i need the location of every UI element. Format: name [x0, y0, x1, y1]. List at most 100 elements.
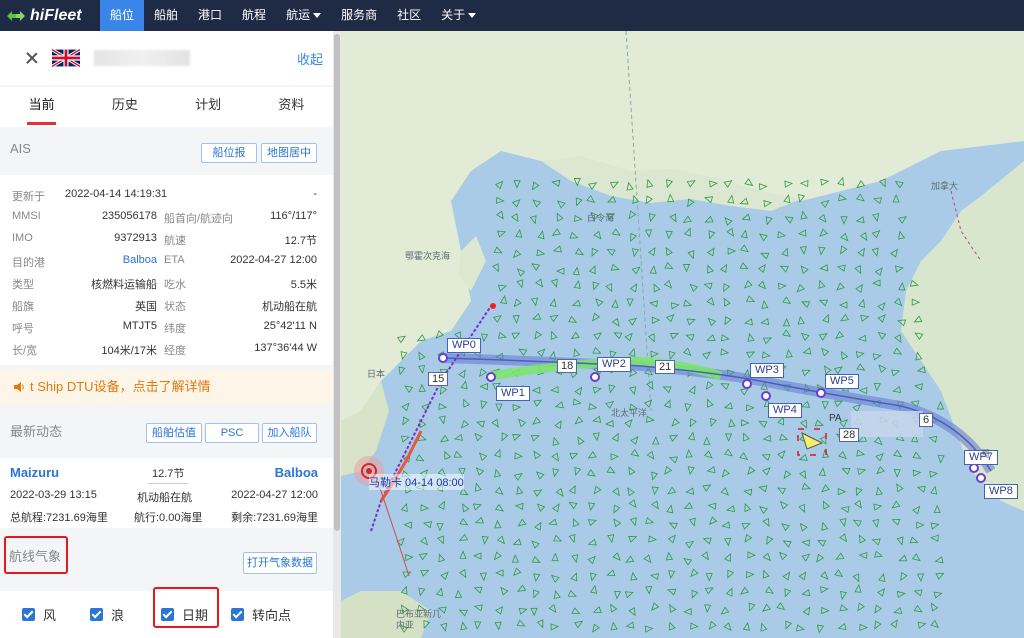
updated-right: - [313, 188, 317, 200]
uk-flag-icon [52, 49, 80, 67]
open-weather-button[interactable]: 打开气象数据 [243, 552, 317, 574]
map-center-button[interactable]: 地图居中 [261, 143, 317, 163]
ais-cell: 12.7节 [284, 235, 317, 247]
nav-item[interactable]: 航运 [276, 0, 331, 31]
ais-cell: 船旗 [12, 301, 34, 313]
tab-history[interactable]: 历史 [83, 87, 166, 127]
ais-cell: 25°42'11 N [263, 320, 317, 332]
nav-item[interactable]: 关于 [431, 0, 486, 31]
waypoint-label[interactable]: WP0 [447, 338, 481, 353]
position-report-button[interactable]: 船位报 [201, 143, 257, 163]
map-label-japan: 日本 [367, 369, 386, 379]
recent-title: 最新动态 [10, 424, 63, 439]
nav-item[interactable]: 社区 [387, 0, 431, 31]
day-label: 18 [557, 359, 578, 373]
map-label-okhotsk: 鄂霍次克海 [405, 251, 451, 261]
checkbox-wave[interactable]: 浪 [90, 605, 124, 624]
ais-cell: 船首向/航迹向 [164, 213, 234, 225]
ais-row-updated: 更新于 2022-04-14 14:19:31 - [0, 185, 333, 207]
ais-row: 目的港 Balboa ETA 2022-04-27 12:00 [0, 251, 333, 273]
ais-cell: 机动船在航 [262, 301, 317, 313]
checkbox-checked-icon [231, 608, 244, 621]
close-icon[interactable] [24, 50, 40, 66]
ais-cell: 9372913 [114, 232, 157, 244]
route-origin-dot [490, 303, 496, 309]
tab-plan[interactable]: 计划 [167, 87, 250, 127]
ship-name-redacted [94, 50, 190, 66]
ship-valuation-button[interactable]: 船舶估值 [146, 423, 202, 443]
ais-cell: ETA [164, 254, 185, 266]
day-label: 21 [655, 360, 676, 374]
ais-cell: 航速 [164, 235, 186, 247]
ais-title: AIS [10, 141, 31, 156]
checkbox-checked-icon [22, 608, 35, 621]
ais-row: 船旗 英国 状态 机动船在航 [0, 295, 333, 317]
dtu-banner[interactable]: t Ship DTU设备，点击了解详情 [0, 370, 333, 404]
map-view[interactable]: WP0 WP1 WP2 WP3 WP4 WP5 WP7 WP8 15 18 21… [341, 31, 1024, 638]
nav-item[interactable]: 服务商 [331, 0, 387, 31]
waypoint-label[interactable]: WP3 [750, 363, 784, 378]
nav-item[interactable]: 港口 [188, 0, 232, 31]
ais-row: MMSI 235056178 船首向/航迹向 116°/117° [0, 207, 333, 229]
remaining-distance: 剩余:7231.69海里 [231, 512, 318, 524]
chevron-down-icon [313, 13, 322, 19]
ais-cell: 核燃料运输船 [91, 279, 157, 291]
checkbox-waypoint[interactable]: 转向点 [231, 605, 291, 624]
ais-cell: IMO [12, 232, 33, 244]
day-label: 15 [428, 372, 449, 386]
ais-cell: 5.5米 [290, 279, 317, 291]
to-port[interactable]: Balboa [275, 465, 318, 480]
updated-label: 更新于 [12, 191, 45, 203]
ais-cell: 类型 [12, 279, 34, 291]
add-fleet-button[interactable]: 加入船队 [262, 423, 317, 443]
waypoint-label[interactable]: WP5 [825, 374, 859, 389]
nav-item[interactable]: 船舶 [144, 0, 188, 31]
psc-button[interactable]: PSC [205, 423, 259, 443]
checkbox-checked-icon [90, 608, 103, 621]
voyage-status: 机动船在航 [137, 492, 192, 504]
voyage-eta: 2022-04-27 12:00 [231, 489, 318, 501]
ais-cell: 目的港 [12, 257, 45, 269]
ship-label-prefix: PA [829, 413, 842, 424]
tab-profile[interactable]: 资料 [250, 87, 333, 127]
waypoint-label[interactable]: WP4 [768, 403, 802, 418]
from-port[interactable]: Maizuru [10, 465, 59, 480]
ais-cell: 英国 [135, 301, 157, 313]
panel-scrollbar[interactable] [333, 31, 341, 638]
waypoint-label[interactable]: WP2 [597, 357, 631, 372]
speaker-icon [14, 382, 24, 392]
ais-cell: 吃水 [164, 279, 186, 291]
nav-item[interactable]: 船位 [100, 0, 145, 31]
voyage-card: Maizuru 12.7节 Balboa 2022-03-29 13:15 机动… [0, 458, 333, 528]
tab-current[interactable]: 当前 [0, 87, 83, 127]
map-label-canada: 加拿大 [931, 181, 959, 191]
logo-text: hiFleet [30, 6, 82, 24]
nav-menu: 船位 船舶 港口 航程 航运 服务商 社区 关于 [100, 0, 486, 31]
chevron-down-icon [468, 13, 477, 19]
ais-row: 呼号 MTJT5 纬度 25°42'11 N [0, 317, 333, 339]
typhoon-label: 马勒卡 04-14 08:00 [369, 474, 464, 490]
dtu-text: t Ship DTU设备，点击了解详情 [30, 379, 211, 394]
map-label-papua: 巴布亚新几内亚 [396, 609, 442, 630]
ship-detail-panel: 收起 当前 历史 计划 资料 AIS 船位报 地图居中 更新于 2022-04-… [0, 31, 333, 638]
day-label: 6 [919, 413, 934, 427]
total-distance: 总航程:7231.69海里 [10, 512, 108, 524]
day-label: 28 [839, 428, 860, 442]
collapse-button[interactable]: 收起 [297, 49, 323, 68]
top-nav: hiFleet 船位 船舶 港口 航程 航运 服务商 社区 关于 [0, 0, 1024, 31]
scrollbar-thumb[interactable] [334, 34, 340, 531]
nav-item[interactable]: 航程 [232, 0, 276, 31]
ais-cell: 104米/17米 [101, 345, 157, 357]
ais-cell: MMSI [12, 210, 41, 222]
ais-cell[interactable]: Balboa [123, 254, 157, 266]
hifleet-logo[interactable]: hiFleet [0, 0, 100, 31]
checkbox-wind[interactable]: 风 [22, 605, 56, 624]
ais-cell: MTJT5 [122, 320, 157, 332]
map-label-pacific: 北太平洋 [611, 408, 648, 418]
ais-cell: 纬度 [164, 323, 186, 335]
depart-time: 2022-03-29 13:15 [10, 489, 97, 501]
map-canvas [341, 31, 1024, 638]
waypoint-label[interactable]: WP8 [984, 484, 1018, 499]
waypoint-label[interactable]: WP1 [496, 386, 530, 401]
highlight-box-weather [4, 536, 68, 574]
